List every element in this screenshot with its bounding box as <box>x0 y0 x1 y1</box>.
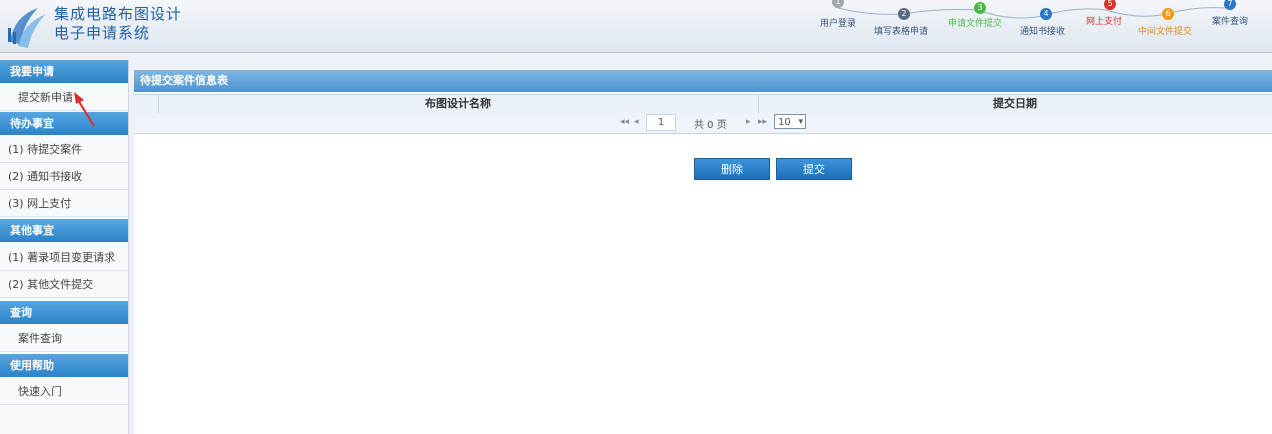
submit-button[interactable]: 提交 <box>776 158 852 180</box>
total-pages-text: 共 0 页 <box>694 120 727 131</box>
chevron-down-icon: ▾ <box>798 117 803 127</box>
sidebar-item-online-payment[interactable]: (3) 网上支付 <box>0 191 128 217</box>
step-3-number: 3 <box>974 2 986 14</box>
sidebar-item-other-docs[interactable]: (2) 其他文件提交 <box>0 272 128 298</box>
sidebar-item-new-application[interactable]: 提交新申请 <box>0 85 128 111</box>
step-6-number: 6 <box>1162 8 1174 20</box>
panel-title: 待提交案件信息表 <box>134 70 1272 92</box>
step-6-label: 中间文件提交 <box>1138 27 1193 37</box>
select-all-column[interactable] <box>134 95 159 113</box>
page-number-input[interactable]: 1 <box>646 114 676 131</box>
column-header-submit-date[interactable]: 提交日期 <box>758 95 1272 113</box>
step-4-number: 4 <box>1040 8 1052 20</box>
column-header-design-name[interactable]: 布图设计名称 <box>158 95 759 113</box>
step-5-label: 网上支付 <box>1086 17 1123 27</box>
step-4-label: 通知书接收 <box>1020 27 1066 37</box>
sidebar-item-case-query[interactable]: 案件查询 <box>0 326 128 352</box>
app-subtitle: 电子申请系统 <box>54 24 151 42</box>
app-header: 集成电路布图设计 电子申请系统 1 用户登录 2 填写表格申请 3 申请文件提交… <box>0 0 1272 53</box>
sidebar-section-other[interactable]: 其他事宜 <box>0 219 128 242</box>
logo-icon <box>8 8 46 48</box>
sidebar-item-change-request[interactable]: (1) 著录项目变更请求 <box>0 245 128 271</box>
page-size-value: 10 <box>778 117 791 128</box>
step-2-number: 2 <box>898 8 910 20</box>
sidebar-section-pending[interactable]: 待办事宜 <box>0 112 128 135</box>
sidebar-section-apply[interactable]: 我要申请 <box>0 60 128 83</box>
step-2-label: 填写表格申请 <box>874 27 929 37</box>
prev-page-icon[interactable]: ◂ <box>634 117 639 127</box>
pagination-bar: ◂◂ ◂ 1 共 0 页 ▸ ▸▸ 10 ▾ <box>134 113 1272 134</box>
sidebar: 我要申请 提交新申请 待办事宜 (1) 待提交案件 (2) 通知书接收 (3) … <box>0 60 129 434</box>
sidebar-item-quick-start[interactable]: 快速入门 <box>0 379 128 405</box>
page-size-select[interactable]: 10 ▾ <box>774 114 806 129</box>
step-3-label: 申请文件提交 <box>948 19 1003 29</box>
app-title: 集成电路布图设计 <box>54 5 183 23</box>
sidebar-item-notice-receive[interactable]: (2) 通知书接收 <box>0 164 128 190</box>
sidebar-section-query[interactable]: 查询 <box>0 301 128 324</box>
next-page-icon[interactable]: ▸ <box>746 117 751 127</box>
step-7-label: 案件查询 <box>1212 17 1249 27</box>
sidebar-item-pending-cases[interactable]: (1) 待提交案件 <box>0 137 128 163</box>
sidebar-section-help[interactable]: 使用帮助 <box>0 354 128 377</box>
first-page-icon[interactable]: ◂◂ <box>620 117 629 127</box>
step-1-label: 用户登录 <box>820 19 857 29</box>
pointer-arrow-icon <box>74 92 95 127</box>
last-page-icon[interactable]: ▸▸ <box>758 117 767 127</box>
table-header: 布图设计名称 提交日期 <box>134 94 1272 114</box>
process-steps: 1 用户登录 2 填写表格申请 3 申请文件提交 4 通知书接收 5 网上支付 … <box>780 0 1272 52</box>
main-content: 待提交案件信息表 布图设计名称 提交日期 ◂◂ ◂ 1 共 0 页 ▸ ▸▸ 1… <box>134 70 1272 434</box>
delete-button[interactable]: 删除 <box>694 158 770 180</box>
